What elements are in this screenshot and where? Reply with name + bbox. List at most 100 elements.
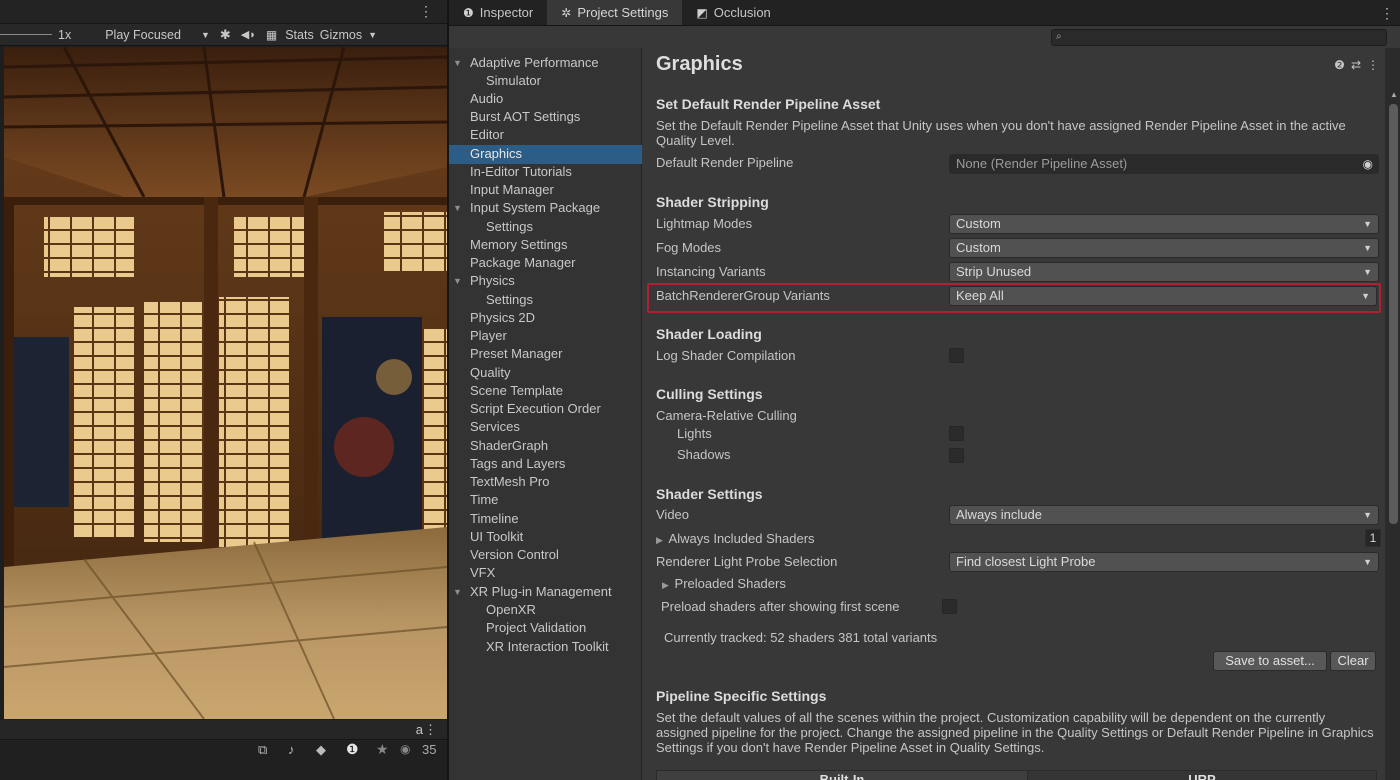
nav-item-project-validation[interactable]: Project Validation: [449, 619, 642, 638]
project-settings-window: ❶ Inspector ✲ Project Settings ◩ Occlusi…: [447, 0, 1400, 780]
nav-item-physics-settings[interactable]: Settings: [449, 291, 642, 310]
fold-arrow-icon[interactable]: ▼: [453, 583, 462, 601]
warning-icon[interactable]: ❶: [346, 741, 359, 758]
game-panel-menu-icon[interactable]: ⋮: [419, 3, 433, 20]
keyboard-shortcuts-icon[interactable]: ▦: [266, 28, 277, 42]
nav-item-input-system-package[interactable]: ▼ Input System Package: [449, 199, 642, 218]
lock-icon[interactable]: a: [416, 722, 423, 737]
nav-item-audio[interactable]: Audio: [449, 90, 642, 109]
nav-item-in-editor-tutorials[interactable]: In-Editor Tutorials: [449, 163, 642, 182]
nav-item-physics[interactable]: ▼ Physics: [449, 272, 642, 291]
object-picker-icon[interactable]: ◉: [1363, 155, 1373, 173]
help-icon[interactable]: ❷: [1334, 58, 1351, 72]
nav-item-ui-toolkit[interactable]: UI Toolkit: [449, 528, 642, 547]
nav-item-openxr[interactable]: OpenXR: [449, 601, 642, 620]
video-dropdown[interactable]: Always include ▼: [949, 505, 1379, 525]
audio-clip-icon[interactable]: ♪: [288, 742, 295, 757]
nav-item-burst-aot-settings[interactable]: Burst AOT Settings: [449, 108, 642, 127]
play-mode-dropdown[interactable]: Play Focused: [105, 28, 181, 42]
lightmap-modes-dropdown[interactable]: Custom ▼: [949, 214, 1379, 234]
nav-item-shadergraph[interactable]: ShaderGraph: [449, 437, 642, 456]
nav-item-vfx[interactable]: VFX: [449, 564, 642, 583]
play-mode-dropdown-arrow-icon[interactable]: ▼: [201, 30, 210, 40]
nav-item-label: Graphics: [470, 146, 523, 161]
nav-item-preset-manager[interactable]: Preset Manager: [449, 345, 642, 364]
chevron-right-icon[interactable]: ▶: [662, 580, 669, 590]
nav-item-memory-settings[interactable]: Memory Settings: [449, 236, 642, 255]
fold-arrow-icon[interactable]: ▼: [453, 199, 462, 217]
fold-arrow-icon[interactable]: ▼: [453, 54, 462, 72]
nav-item-version-control[interactable]: Version Control: [449, 546, 642, 565]
nav-item-graphics[interactable]: Graphics: [449, 145, 642, 164]
nav-item-tags-and-layers[interactable]: Tags and Layers: [449, 455, 642, 474]
brg-variants-dropdown[interactable]: Keep All ▼: [949, 286, 1377, 306]
tab-project-settings[interactable]: ✲ Project Settings: [547, 0, 683, 25]
nav-item-quality[interactable]: Quality: [449, 364, 642, 383]
tag-icon[interactable]: ◆: [316, 742, 326, 758]
gizmos-dropdown-arrow-icon[interactable]: ▼: [368, 30, 377, 40]
favorite-star-icon[interactable]: ★: [376, 741, 389, 758]
nav-item-package-manager[interactable]: Package Manager: [449, 254, 642, 273]
nav-item-xr-plugin-management[interactable]: ▼ XR Plug-in Management: [449, 583, 642, 602]
nav-item-timeline[interactable]: Timeline: [449, 510, 642, 529]
culling-lights-checkbox[interactable]: [949, 426, 964, 441]
tab-urp[interactable]: URP: [1027, 770, 1377, 780]
preload-after-first-scene-checkbox[interactable]: [942, 599, 957, 614]
nav-item-label: Burst AOT Settings: [470, 109, 581, 124]
video-value: Always include: [956, 507, 1042, 522]
section-pipeline-specific-heading: Pipeline Specific Settings: [656, 688, 827, 704]
audio-mute-icon[interactable]: ◀◗: [241, 28, 256, 41]
fold-arrow-icon[interactable]: ▼: [453, 272, 462, 290]
default-pipeline-field[interactable]: None (Render Pipeline Asset) ◉: [949, 154, 1379, 174]
bug-icon[interactable]: ✱: [220, 27, 231, 43]
nav-item-label: Tags and Layers: [470, 456, 566, 471]
culling-shadows-checkbox[interactable]: [949, 448, 964, 463]
graphics-settings-content: Graphics ❷⇄⋮ Set Default Render Pipeline…: [643, 48, 1385, 780]
nav-item-textmesh-pro[interactable]: TextMesh Pro: [449, 473, 642, 492]
section-pipeline-specific-description: Set the default values of all the scenes…: [656, 710, 1374, 755]
nav-item-simulator[interactable]: Simulator: [449, 72, 642, 91]
save-to-asset-button[interactable]: Save to asset...: [1213, 651, 1327, 671]
log-shader-compilation-checkbox[interactable]: [949, 348, 964, 363]
status-menu-icon[interactable]: ⋮: [424, 722, 437, 738]
nav-item-input-manager[interactable]: Input Manager: [449, 181, 642, 200]
always-included-shaders-label: Always Included Shaders: [668, 531, 815, 546]
nav-item-adaptive-performance[interactable]: ▼ Adaptive Performance: [449, 54, 642, 73]
always-included-shaders-foldout[interactable]: ▶ Always Included Shaders: [656, 531, 815, 546]
settings-navigation-list: ▼ Adaptive Performance Simulator Audio Bu…: [449, 48, 642, 780]
tab-occlusion[interactable]: ◩ Occlusion: [682, 0, 784, 25]
nav-item-player[interactable]: Player: [449, 327, 642, 346]
nav-item-script-execution-order[interactable]: Script Execution Order: [449, 400, 642, 419]
scroll-up-icon[interactable]: ▲: [1390, 90, 1398, 99]
more-options-icon[interactable]: ⋮: [1367, 58, 1385, 72]
instancing-variants-dropdown[interactable]: Strip Unused ▼: [949, 262, 1379, 282]
window-menu-icon[interactable]: ⋮: [1380, 5, 1394, 22]
game-viewport-image[interactable]: [4, 47, 447, 719]
nav-item-physics-2d[interactable]: Physics 2D: [449, 309, 642, 328]
preloaded-shaders-label: Preloaded Shaders: [674, 576, 786, 591]
content-scrollbar[interactable]: ▲: [1385, 48, 1400, 780]
search-filter-icon[interactable]: ⧉: [258, 742, 267, 758]
nav-item-services[interactable]: Services: [449, 418, 642, 437]
tab-built-in[interactable]: Built-In: [656, 770, 1028, 780]
nav-item-editor[interactable]: Editor: [449, 126, 642, 145]
preloaded-shaders-foldout[interactable]: ▶ Preloaded Shaders: [662, 576, 786, 591]
nav-item-input-system-settings[interactable]: Settings: [449, 218, 642, 237]
stats-button[interactable]: Stats: [285, 28, 314, 42]
light-probe-selection-dropdown[interactable]: Find closest Light Probe ▼: [949, 552, 1379, 572]
fog-modes-dropdown[interactable]: Custom ▼: [949, 238, 1379, 258]
preset-icon[interactable]: ⇄: [1351, 58, 1367, 72]
always-included-count-field[interactable]: 1: [1365, 529, 1381, 547]
settings-search-input[interactable]: ⌕: [1051, 29, 1387, 46]
scrollbar-thumb[interactable]: [1389, 104, 1398, 524]
visibility-eye-icon[interactable]: ◉: [400, 742, 410, 756]
scale-slider[interactable]: [0, 34, 52, 35]
clear-button[interactable]: Clear: [1330, 651, 1376, 671]
gizmos-button[interactable]: Gizmos: [320, 28, 362, 42]
nav-item-scene-template[interactable]: Scene Template: [449, 382, 642, 401]
tab-inspector[interactable]: ❶ Inspector: [449, 0, 547, 25]
chevron-right-icon[interactable]: ▶: [656, 535, 663, 545]
window-tab-bar: ❶ Inspector ✲ Project Settings ◩ Occlusi…: [449, 0, 1400, 26]
nav-item-time[interactable]: Time: [449, 491, 642, 510]
nav-item-xr-interaction-toolkit[interactable]: XR Interaction Toolkit: [449, 638, 642, 657]
